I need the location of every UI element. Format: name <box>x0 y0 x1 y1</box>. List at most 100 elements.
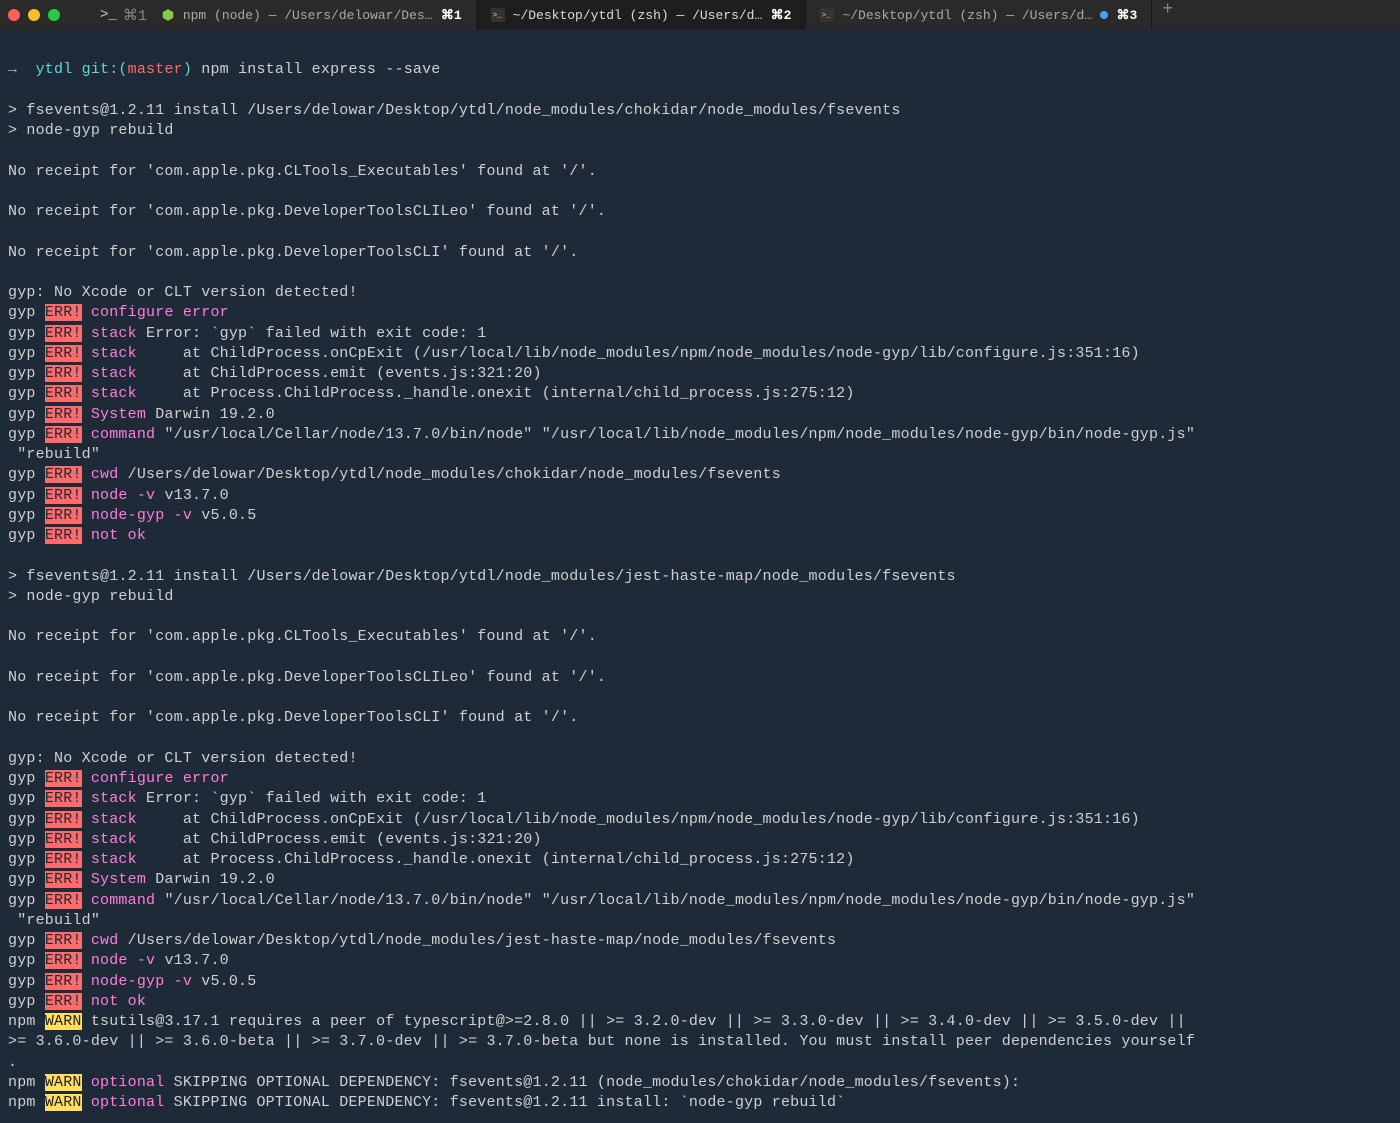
line: > fsevents@1.2.11 install /Users/delowar… <box>8 102 901 119</box>
window-controls <box>8 9 60 21</box>
terminal-icon: >_ <box>491 8 505 22</box>
gyp-label: gyp <box>8 770 36 787</box>
system-label: System <box>91 871 146 888</box>
gyp-label: gyp <box>8 790 36 807</box>
line: > fsevents@1.2.11 install /Users/delowar… <box>8 568 956 585</box>
err-badge: ERR! <box>45 426 82 443</box>
line: "rebuild" <box>8 446 100 463</box>
gyp-label: gyp <box>8 466 36 483</box>
gyp-label: gyp <box>8 952 36 969</box>
tab-1[interactable]: npm (node) — /Users/delowar/Desktop/ytdl… <box>147 0 477 30</box>
err-badge: ERR! <box>45 952 82 969</box>
tab-bar: npm (node) — /Users/delowar/Desktop/ytdl… <box>147 0 1392 30</box>
line: No receipt for 'com.apple.pkg.CLTools_Ex… <box>8 163 597 180</box>
gyp-label: gyp <box>8 507 36 524</box>
line: No receipt for 'com.apple.pkg.DeveloperT… <box>8 244 579 261</box>
gyp-label: gyp <box>8 871 36 888</box>
err-badge: ERR! <box>45 365 82 382</box>
stack-label: stack <box>91 325 137 342</box>
tab-3[interactable]: >_ ~/Desktop/ytdl (zsh) — /Users/delowar… <box>806 0 1152 30</box>
command-val: "/usr/local/Cellar/node/13.7.0/bin/node"… <box>155 426 1195 443</box>
gyp-label: gyp <box>8 304 36 321</box>
notok-label: not ok <box>91 993 146 1010</box>
line: gyp: No Xcode or CLT version detected! <box>8 750 358 767</box>
tab-2[interactable]: >_ ~/Desktop/ytdl (zsh) — /Users/delowar… <box>477 0 807 30</box>
gyp-label: gyp <box>8 892 36 909</box>
gyp-label: gyp <box>8 527 36 544</box>
stack-line: at ChildProcess.emit (events.js:321:20) <box>137 831 542 848</box>
command-val: "/usr/local/Cellar/node/13.7.0/bin/node"… <box>155 892 1195 909</box>
conf-err: configure error <box>91 770 229 787</box>
err-badge: ERR! <box>45 345 82 362</box>
terminal-output[interactable]: → ytdl git:(master) npm install express … <box>0 30 1400 1123</box>
line: No receipt for 'com.apple.pkg.CLTools_Ex… <box>8 628 597 645</box>
svg-text:>_: >_ <box>822 12 831 20</box>
tab-2-kbd: ⌘2 <box>771 8 792 23</box>
gyp-label: gyp <box>8 325 36 342</box>
prompt-arrow: → <box>8 61 17 78</box>
line: No receipt for 'com.apple.pkg.DeveloperT… <box>8 669 606 686</box>
node-icon <box>161 8 175 22</box>
npm-label: npm <box>8 1013 36 1030</box>
gypv-label: node-gyp -v <box>91 973 192 990</box>
stack-line: Error: `gyp` failed with exit code: 1 <box>137 790 487 807</box>
gypv-val: v5.0.5 <box>192 507 256 524</box>
prompt-dir: ytdl <box>36 61 73 78</box>
gyp-label: gyp <box>8 487 36 504</box>
stack-label: stack <box>91 831 137 848</box>
tab-3-kbd: ⌘3 <box>1116 8 1137 23</box>
gyp-label: gyp <box>8 406 36 423</box>
tab-3-title: ~/Desktop/ytdl (zsh) — /Users/delowar/De… <box>842 8 1092 23</box>
line: "rebuild" <box>8 912 100 929</box>
line: > node-gyp rebuild <box>8 588 174 605</box>
tab-1-kbd: ⌘1 <box>441 8 462 23</box>
nodev-label: node -v <box>91 952 155 969</box>
err-badge: ERR! <box>45 507 82 524</box>
warn-line: tsutils@3.17.1 requires a peer of typesc… <box>82 1013 1186 1030</box>
npm-label: npm <box>8 1094 36 1111</box>
terminal-icon: >_ <box>820 8 834 22</box>
warn-line: SKIPPING OPTIONAL DEPENDENCY: fsevents@1… <box>164 1074 1020 1091</box>
stack-label: stack <box>91 365 137 382</box>
gyp-label: gyp <box>8 932 36 949</box>
cwd-label: cwd <box>91 932 119 949</box>
git-close: ) <box>183 61 192 78</box>
title-prompt: >_ <box>100 7 117 23</box>
err-badge: ERR! <box>45 487 82 504</box>
warn-badge: WARN <box>45 1013 82 1030</box>
stack-line: at ChildProcess.onCpExit (/usr/local/lib… <box>137 345 1140 362</box>
close-window[interactable] <box>8 9 20 21</box>
titlebar: >_ ⌘1 npm (node) — /Users/delowar/Deskto… <box>0 0 1400 30</box>
system-val: Darwin 19.2.0 <box>146 871 275 888</box>
err-badge: ERR! <box>45 385 82 402</box>
nodev-label: node -v <box>91 487 155 504</box>
stack-label: stack <box>91 790 137 807</box>
cwd-label: cwd <box>91 466 119 483</box>
optional-label: optional <box>91 1074 165 1091</box>
npm-label: npm <box>8 1074 36 1091</box>
stack-label: stack <box>91 811 137 828</box>
stack-line: at ChildProcess.onCpExit (/usr/local/lib… <box>137 811 1140 828</box>
line: No receipt for 'com.apple.pkg.DeveloperT… <box>8 709 579 726</box>
tab-1-title: npm (node) — /Users/delowar/Desktop/ytdl <box>183 8 433 23</box>
cwd-val: /Users/delowar/Desktop/ytdl/node_modules… <box>118 932 836 949</box>
maximize-window[interactable] <box>48 9 60 21</box>
conf-err: configure error <box>91 304 229 321</box>
stack-line: at Process.ChildProcess._handle.onexit (… <box>137 385 855 402</box>
err-badge: ERR! <box>45 770 82 787</box>
title-shortcut: ⌘1 <box>123 6 147 25</box>
add-tab-button[interactable]: + <box>1152 0 1183 30</box>
err-badge: ERR! <box>45 932 82 949</box>
err-badge: ERR! <box>45 993 82 1010</box>
system-label: System <box>91 406 146 423</box>
system-val: Darwin 19.2.0 <box>146 406 275 423</box>
line: gyp: No Xcode or CLT version detected! <box>8 284 358 301</box>
stack-label: stack <box>91 385 137 402</box>
gyp-label: gyp <box>8 993 36 1010</box>
line: No receipt for 'com.apple.pkg.DeveloperT… <box>8 203 606 220</box>
gyp-label: gyp <box>8 851 36 868</box>
minimize-window[interactable] <box>28 9 40 21</box>
err-badge: ERR! <box>45 466 82 483</box>
gyp-label: gyp <box>8 811 36 828</box>
stack-line: at ChildProcess.emit (events.js:321:20) <box>137 365 542 382</box>
